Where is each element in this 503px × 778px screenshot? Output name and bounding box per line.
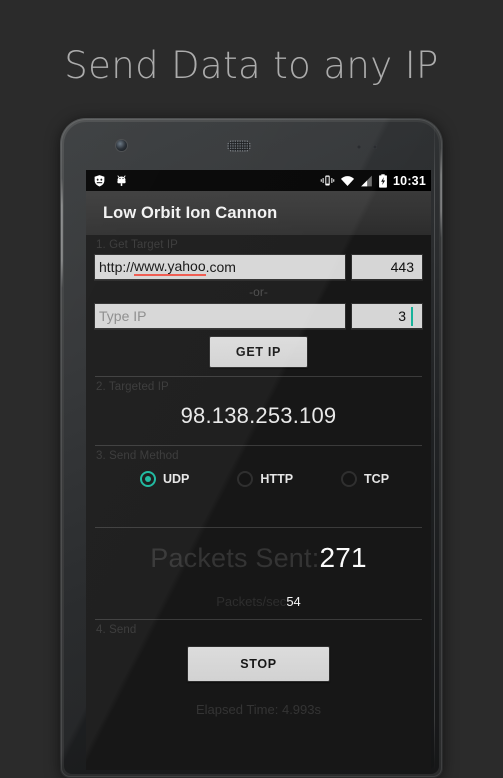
battery-charging-icon <box>378 173 388 188</box>
elapsed-time-label: Elapsed Time: 4.993s <box>195 702 322 717</box>
url-input-row: http://www.yahoo .com 443 <box>94 254 423 280</box>
status-bar: 10:31 <box>86 170 431 191</box>
section-label-send: 4. Send <box>96 624 137 636</box>
vibrate-icon <box>320 174 335 187</box>
url-value-prefix: http:// <box>99 259 135 275</box>
proximity-sensor-icon <box>357 145 361 149</box>
packets-per-second-row: Packets/sec 54 <box>94 574 423 609</box>
packets-per-second-value: 54 <box>286 594 301 609</box>
packets-sent-row: Packets Sent: 271 <box>94 528 423 574</box>
app-title: Low Orbit Ion Cannon <box>103 203 278 222</box>
status-bar-system-icons: 10:31 <box>320 174 426 188</box>
url-port-value: 443 <box>390 259 414 275</box>
section-label-get-target-ip: 1. Get Target IP <box>96 239 178 251</box>
cell-signal-icon <box>360 175 373 187</box>
ip-input-placeholder: Type IP <box>99 308 147 324</box>
targeted-ip-value: 98.138.253.109 <box>180 403 337 428</box>
phone-screen: 10:31 Low Orbit Ion Cannon 1. Get Target… <box>86 170 431 770</box>
android-notification-icon <box>115 174 128 187</box>
stop-button[interactable]: STOP <box>187 646 330 682</box>
app-action-bar: Low Orbit Ion Cannon <box>86 191 431 235</box>
url-value-misspelled: www.yahoo <box>134 258 206 276</box>
ip-input[interactable]: Type IP <box>94 303 346 329</box>
phone-right-frame-line <box>434 118 435 770</box>
packets-per-second-label: Packets/sec <box>216 594 287 609</box>
radio-button-tcp-icon[interactable] <box>341 471 358 487</box>
radio-label-udp: UDP <box>163 472 190 486</box>
ip-port-value: 3 <box>398 308 406 324</box>
promo-headline: Send Data to any IP <box>64 44 439 87</box>
get-ip-button[interactable]: GET IP <box>208 336 309 368</box>
radio-option-tcp[interactable]: TCP <box>341 471 389 487</box>
app-content: 1. Get Target IP http://www.yahoo .com 44… <box>86 235 431 770</box>
front-camera-icon <box>116 140 127 151</box>
packets-sent-value: 271 <box>319 542 367 573</box>
radio-label-http: HTTP <box>260 472 294 486</box>
radio-button-http-icon[interactable] <box>237 471 254 487</box>
stop-button-wrap: STOP <box>94 639 423 690</box>
get-ip-button-wrap: GET IP <box>94 329 423 376</box>
radio-option-http[interactable]: HTTP <box>237 471 293 487</box>
or-separator: -or- <box>249 285 268 299</box>
ip-port-input[interactable]: 3 <box>351 303 423 329</box>
light-sensor-icon <box>373 145 377 149</box>
ip-input-row: Type IP 3 <box>94 303 423 329</box>
radio-label-tcp: TCP <box>364 472 390 486</box>
section-label-targeted-ip: 2. Targeted IP <box>96 381 169 393</box>
wifi-icon <box>340 175 355 187</box>
earpiece-speaker-icon <box>227 140 251 152</box>
phone-right-edge-highlight <box>440 148 442 238</box>
radio-option-udp[interactable]: UDP <box>140 471 189 487</box>
radio-button-udp-icon[interactable] <box>140 471 156 487</box>
packets-sent-label: Packets Sent: <box>150 543 320 573</box>
url-input[interactable]: http://www.yahoo .com <box>94 254 346 280</box>
phone-left-edge-highlight <box>61 178 63 288</box>
text-cursor <box>411 307 413 326</box>
url-value-suffix: .com <box>205 259 236 275</box>
url-port-input[interactable]: 443 <box>351 254 423 280</box>
section-label-send-method: 3. Send Method <box>96 450 179 462</box>
phone-top-bezel <box>60 118 435 170</box>
status-bar-clock: 10:31 <box>393 173 426 188</box>
send-method-radio-group: UDP HTTP TCP <box>94 465 423 487</box>
phone-device: 10:31 Low Orbit Ion Cannon 1. Get Target… <box>60 118 443 778</box>
shield-notification-icon <box>93 174 106 187</box>
status-bar-notifications <box>93 174 128 187</box>
